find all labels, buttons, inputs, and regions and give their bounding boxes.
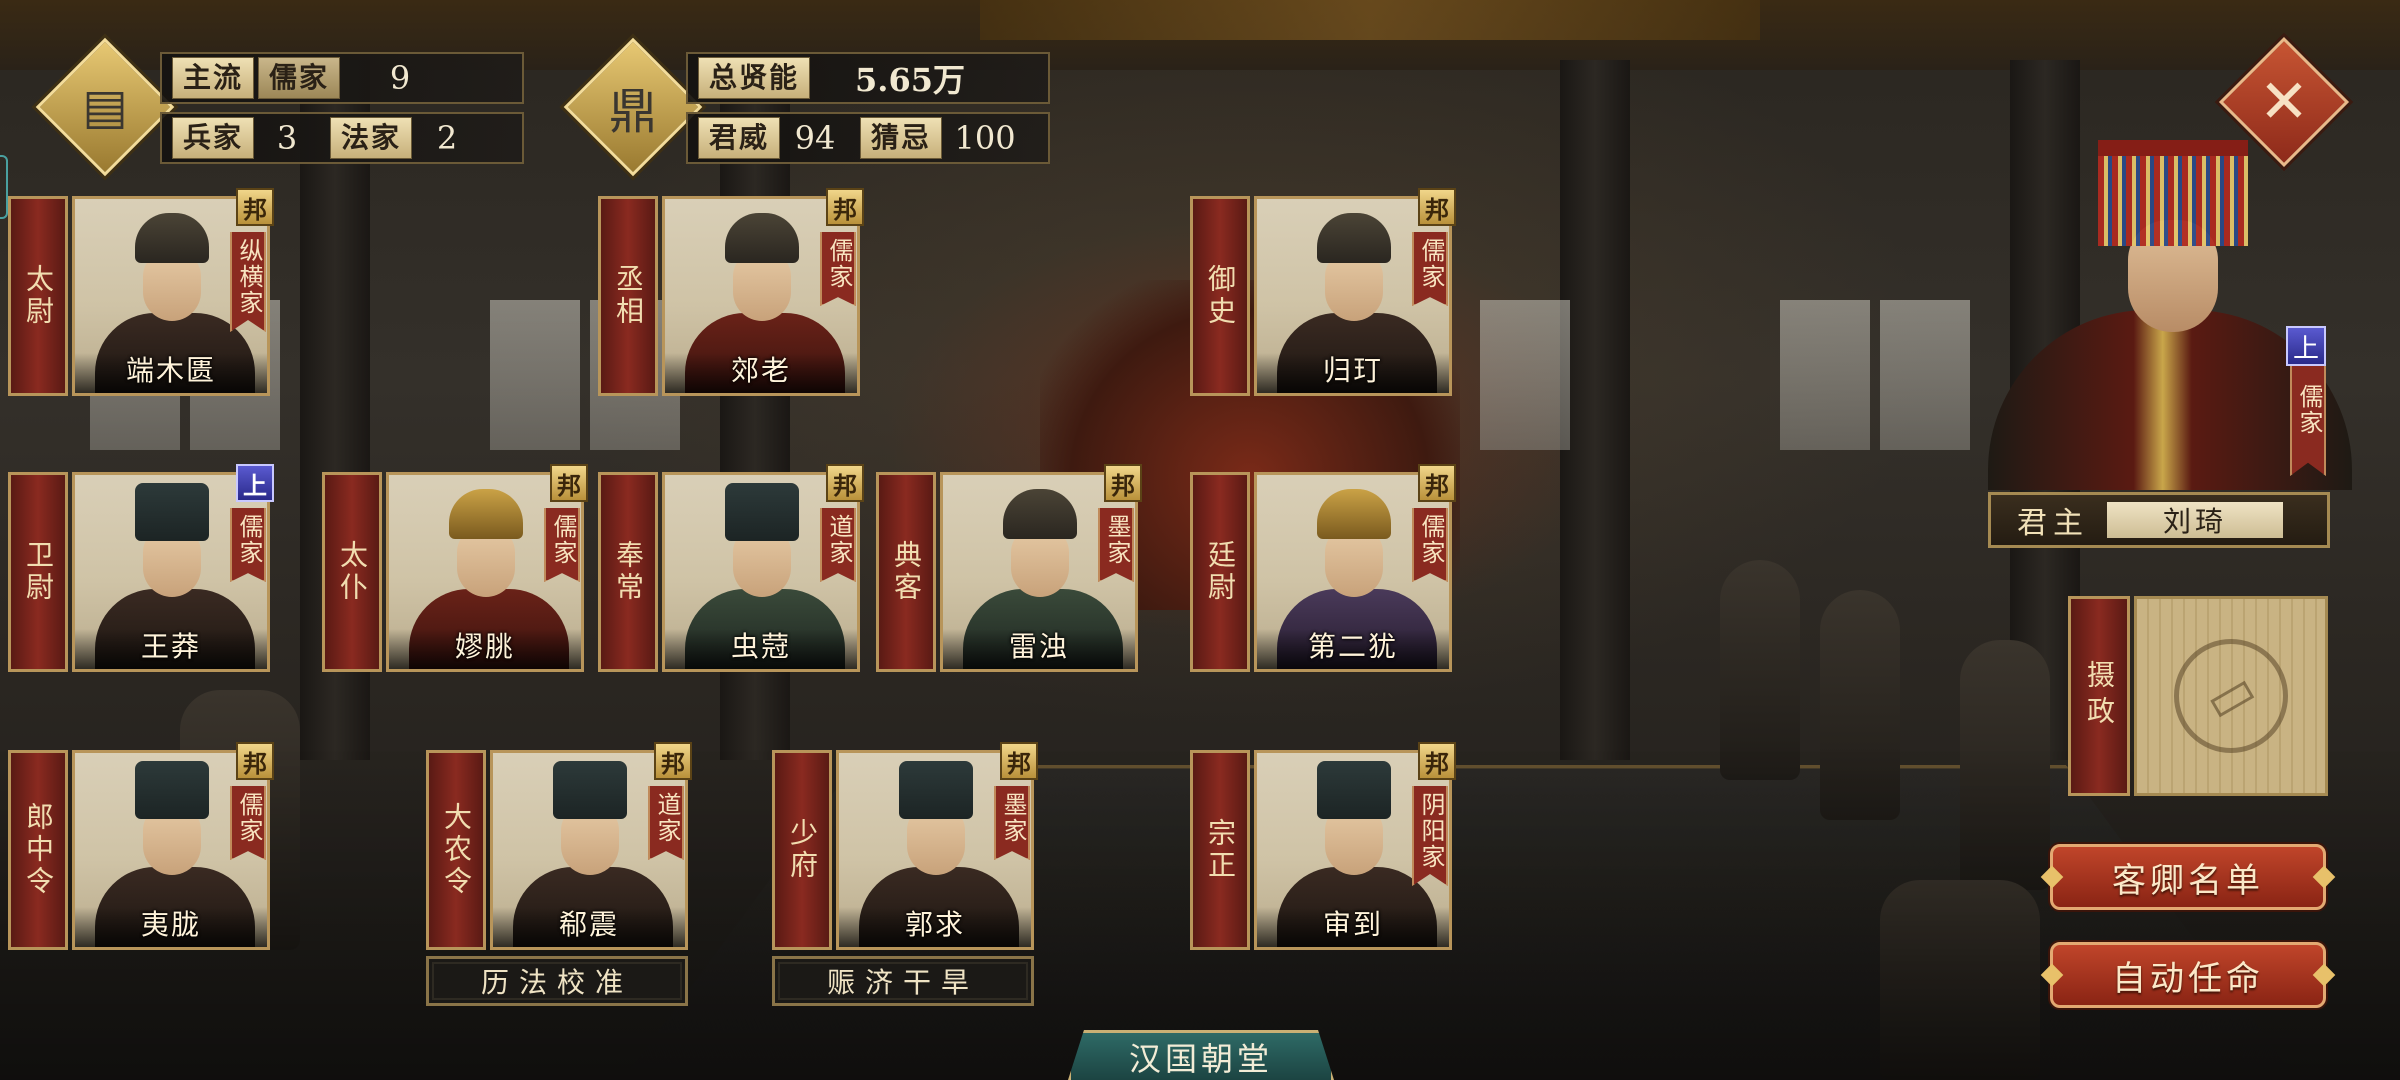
school-ribbon: 儒家 (1412, 508, 1448, 582)
policy-left-label: 历法校准 (480, 966, 633, 999)
official-card-fengchang[interactable]: 奉常 虫蒄 邦 道家 (598, 464, 864, 672)
military-label: 兵家 (172, 117, 255, 159)
official-name: 王莽 (140, 630, 201, 663)
school-counts: 兵家 3 法家 2 (160, 112, 524, 164)
rank-badge: 邦 (1418, 464, 1456, 502)
school-ribbon: 纵横家 (230, 232, 266, 332)
legalist-value: 2 (436, 119, 458, 157)
official-name: 郗震 (558, 908, 619, 941)
authority-stats: 君威 94 猜忌 100 (686, 112, 1050, 164)
legalist-label: 法家 (330, 117, 413, 159)
office-title: 大农令 (426, 750, 486, 950)
regent-title: 摄政 (2068, 596, 2130, 796)
office-title: 奉常 (598, 472, 658, 672)
official-name: 审到 (1322, 908, 1383, 941)
suspicion-value: 100 (954, 119, 1016, 157)
policy-left[interactable]: 历法校准 (426, 956, 688, 1006)
court-title: 汉国朝堂 (1128, 1039, 1273, 1078)
school-ribbon: 道家 (648, 786, 684, 860)
talent-value: 5.65万 (855, 61, 965, 99)
rank-badge: 邦 (826, 188, 864, 226)
prestige-label: 君威 (698, 117, 781, 159)
official-name: 端木匮 (125, 354, 216, 387)
rank-badge: 邦 (550, 464, 588, 502)
guest-list-button[interactable]: 客卿名单 (2050, 844, 2326, 910)
official-card-langzhongling[interactable]: 郎中令 夷胧 邦 儒家 (8, 742, 274, 950)
official-card-yushi[interactable]: 御史 归玎 邦 儒家 (1190, 188, 1456, 396)
rank-badge: 邦 (654, 742, 692, 780)
official-card-danongling[interactable]: 大农令 郗震 邦 道家 (426, 742, 692, 950)
mainstream-stat: 主流 儒家 9 (160, 52, 524, 104)
mainstream-label: 主流 (172, 57, 255, 99)
official-name: 夷胧 (140, 908, 201, 941)
official-name: 郊老 (730, 354, 791, 387)
ruler-nameplate: 君主 刘琦 (1988, 492, 2330, 548)
official-card-shaofu[interactable]: 少府 郭求 邦 墨家 (772, 742, 1038, 950)
talent-stat: 总贤能 5.65万 (686, 52, 1050, 104)
empty-slot-icon: ▭ (2174, 639, 2288, 753)
school-ribbon: 儒家 (544, 508, 580, 582)
school-ribbon: 墨家 (994, 786, 1030, 860)
office-title: 典客 (876, 472, 936, 672)
rank-badge: 邦 (236, 742, 274, 780)
office-title: 御史 (1190, 196, 1250, 396)
official-card-weiwei[interactable]: 卫尉 王莽 上 儒家 (8, 464, 274, 672)
rank-badge: 邦 (1418, 188, 1456, 226)
regent-slot[interactable]: ▭ (2134, 596, 2328, 796)
ruler-role: 君主 (2017, 506, 2089, 541)
school-ribbon: 阴阳家 (1412, 786, 1448, 886)
ruler-rank-badge: 上 (2286, 326, 2326, 366)
official-card-tingwei[interactable]: 廷尉 第二犹 邦 儒家 (1190, 464, 1456, 672)
school-ribbon: 儒家 (1412, 232, 1448, 306)
official-card-zongzheng[interactable]: 宗正 审到 邦 阴阳家 (1190, 742, 1456, 950)
official-name: 嫪朓 (454, 630, 515, 663)
official-name: 郭求 (904, 908, 965, 941)
rank-badge: 邦 (826, 464, 864, 502)
school-ribbon: 道家 (820, 508, 856, 582)
office-title: 宗正 (1190, 750, 1250, 950)
close-icon: ✕ (2258, 67, 2310, 137)
official-card-chengxiang[interactable]: 丞相 郊老 邦 儒家 (598, 188, 864, 396)
school-ribbon: 儒家 (820, 232, 856, 306)
court-title-tab: 汉国朝堂 (1068, 1030, 1334, 1080)
office-title: 少府 (772, 750, 832, 950)
office-title: 太尉 (8, 196, 68, 396)
official-name: 第二犹 (1307, 630, 1398, 663)
guest-list-label: 客卿名单 (2112, 860, 2264, 901)
mainstream-school: 儒家 (258, 57, 341, 99)
suspicion-label: 猜忌 (860, 117, 943, 159)
rank-badge: 上 (236, 464, 274, 502)
ruler-school-ribbon: 儒家 (2290, 366, 2326, 476)
office-title: 丞相 (598, 196, 658, 396)
office-title: 廷尉 (1190, 472, 1250, 672)
policy-right[interactable]: 赈济干旱 (772, 956, 1034, 1006)
auto-appoint-label: 自动任命 (2112, 958, 2264, 999)
policy-right-label: 赈济干旱 (826, 966, 979, 999)
official-card-dianke[interactable]: 典客 雷浊 邦 墨家 (876, 464, 1142, 672)
side-handle[interactable] (0, 155, 8, 219)
prestige-value: 94 (794, 119, 836, 157)
official-name: 雷浊 (1008, 630, 1069, 663)
office-title: 太仆 (322, 472, 382, 672)
auto-appoint-button[interactable]: 自动任命 (2050, 942, 2326, 1008)
mainstream-value: 9 (389, 59, 411, 97)
school-ribbon: 墨家 (1098, 508, 1134, 582)
official-card-taipu[interactable]: 太仆 嫪朓 邦 儒家 (322, 464, 588, 672)
school-ribbon: 儒家 (230, 786, 266, 860)
official-name: 虫蒄 (730, 630, 791, 663)
talent-label: 总贤能 (698, 57, 811, 99)
rank-badge: 邦 (1000, 742, 1038, 780)
rank-badge: 邦 (1418, 742, 1456, 780)
rank-badge: 邦 (1104, 464, 1142, 502)
office-title: 卫尉 (8, 472, 68, 672)
military-value: 3 (276, 119, 298, 157)
official-name: 归玎 (1322, 354, 1383, 387)
rank-badge: 邦 (236, 188, 274, 226)
school-ribbon: 儒家 (230, 508, 266, 582)
office-title: 郎中令 (8, 750, 68, 950)
ruler-name: 刘琦 (2107, 502, 2283, 538)
official-card-taiwei[interactable]: 太尉 端木匮 邦 纵横家 (8, 188, 274, 396)
